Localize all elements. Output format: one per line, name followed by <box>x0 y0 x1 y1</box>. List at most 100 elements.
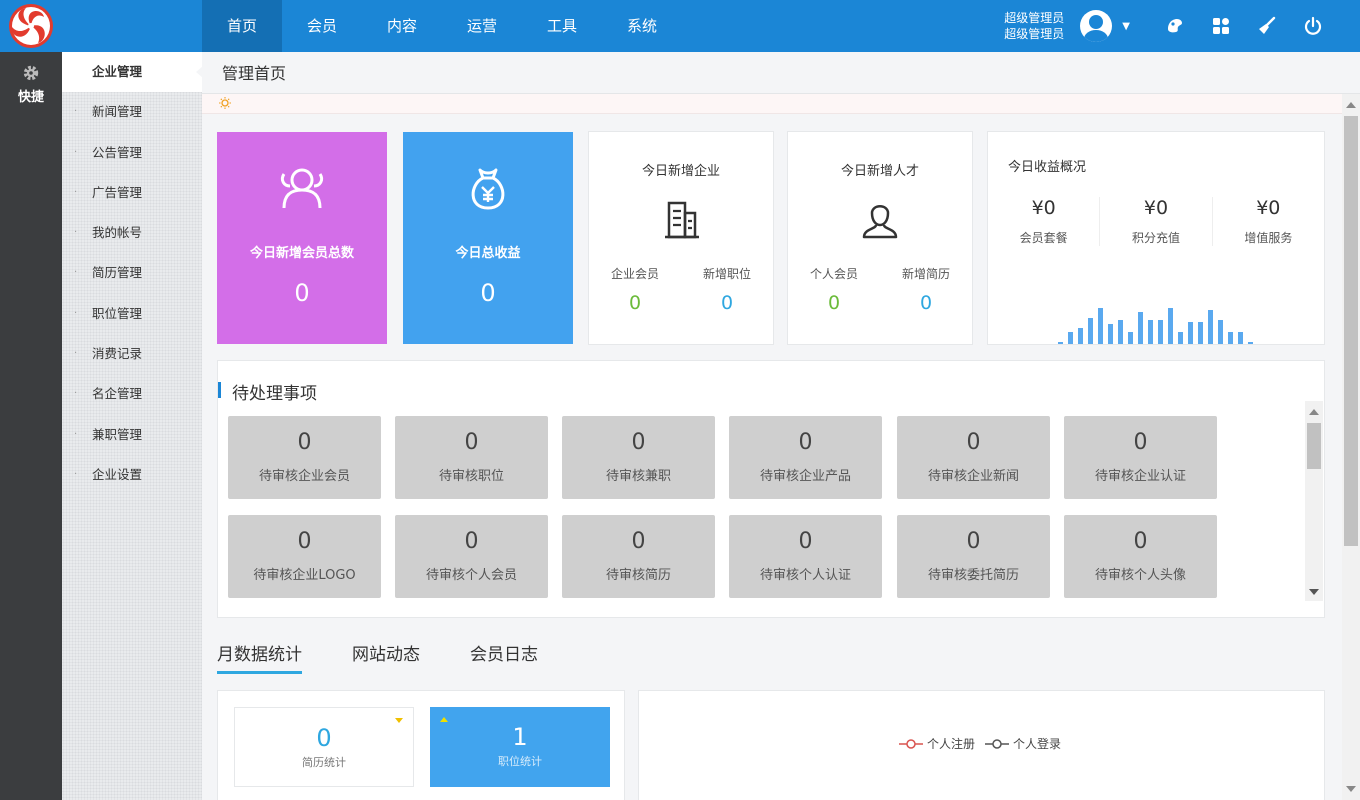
stat-income-total[interactable]: 今日总收益 0 <box>403 132 573 344</box>
building-icon <box>665 201 699 239</box>
left-rail: 快捷 <box>0 52 62 800</box>
submenu-ads[interactable]: · 广告管理 <box>62 173 202 213</box>
submenu-notice[interactable]: · 公告管理 <box>62 133 202 173</box>
pending-scroll-thumb[interactable] <box>1307 423 1321 469</box>
legend-item-register[interactable]: 个人注册 <box>899 735 975 752</box>
pending-panel: 待处理事项 0 待审核企业会员 0 待审核职位 0 待审核兼职 0 待审核企业产品 0待… <box>217 360 1325 618</box>
nav-operations[interactable]: 运营 <box>442 0 522 52</box>
pending-item[interactable]: 0 待审核职位 <box>395 416 548 499</box>
mini-resume-stat[interactable]: 0 简历统计 <box>234 707 414 787</box>
user-names: 超级管理员 超级管理员 <box>1004 10 1064 42</box>
pending-item[interactable]: 0 待审核企业LOGO <box>228 515 381 598</box>
top-nav: 首页 会员 内容 运营 工具 系统 <box>202 0 682 52</box>
mini-job-stat[interactable]: 1 职位统计 <box>430 707 610 787</box>
gear-icon <box>23 65 39 81</box>
caret-down-icon <box>395 718 403 723</box>
apps-grid-icon[interactable] <box>1198 0 1244 52</box>
tab-member-log[interactable]: 会员日志 <box>470 640 538 674</box>
user-avatar[interactable] <box>1080 10 1113 42</box>
legend-item-login[interactable]: 个人登录 <box>985 735 1061 752</box>
top-bar: 首页 会员 内容 运营 工具 系统 超级管理员 超级管理员 ▼ <box>0 0 1360 52</box>
skin-icon[interactable] <box>1152 0 1198 52</box>
submenu-resume[interactable]: · 简历管理 <box>62 253 202 293</box>
scroll-thumb[interactable] <box>1344 116 1358 546</box>
income-col-value-added: ¥0 增值服务 <box>1244 197 1293 245</box>
personal-members-value: 0 <box>827 292 841 314</box>
app-logo[interactable] <box>0 0 62 52</box>
pending-scrollbar[interactable] <box>1305 401 1323 601</box>
new-jobs-value: 0 <box>720 292 734 314</box>
user-group-icon <box>280 168 324 209</box>
clear-cache-broom-icon[interactable] <box>1244 0 1290 52</box>
pending-title: 待处理事项 <box>218 379 317 404</box>
income-columns: ¥0 会员套餐 ¥0 积分充值 ¥0 增值服务 <box>988 197 1324 246</box>
chart-legend: 个人注册 个人登录 <box>899 735 1071 752</box>
pending-item[interactable]: 0 待审核委托简历 <box>897 515 1050 598</box>
nav-system[interactable]: 系统 <box>602 0 682 52</box>
pending-item[interactable]: 0 待审核个人头像 <box>1064 515 1217 598</box>
stats-tabs: 月数据统计 网站动态 会员日志 <box>217 640 588 674</box>
pending-item[interactable]: 0 待审核企业会员 <box>228 416 381 499</box>
submenu-company[interactable]: 企业管理 <box>62 52 203 93</box>
nav-tools[interactable]: 工具 <box>522 0 602 52</box>
decorative-bar-graphic <box>1058 308 1253 344</box>
pending-item[interactable]: 0 待审核兼职 <box>562 416 715 499</box>
stat-new-companies-row: 企业会员 0 新增职位 0 <box>589 265 773 314</box>
company-members-value: 0 <box>628 292 642 314</box>
page-title: 管理首页 <box>202 52 1360 94</box>
power-icon[interactable] <box>1290 0 1336 52</box>
lightbulb-icon <box>219 97 231 109</box>
mini-stats-panel: 0 简历统计 1 职位统计 <box>217 690 625 800</box>
new-jobs-label: 新增职位 <box>702 267 751 281</box>
pending-item[interactable]: 0 待审核企业产品 <box>729 416 882 499</box>
stat-new-companies: 今日新增企业 企业会员 0 新增职位 0 <box>588 131 774 345</box>
tip-bar <box>202 94 1342 114</box>
submenu-company-settings[interactable]: · 企业设置 <box>62 455 202 495</box>
stat-new-members[interactable]: 今日新增会员总数 0 <box>217 132 387 344</box>
pending-scroll-up-arrow[interactable] <box>1309 409 1319 415</box>
stat-income-total-value: 0 <box>480 279 496 307</box>
pending-scroll-down-arrow[interactable] <box>1309 589 1319 595</box>
nav-members[interactable]: 会员 <box>282 0 362 52</box>
stat-new-members-label: 今日新增会员总数 <box>249 246 354 261</box>
main-content: 管理首页 今日新增会员总数 0 今日总收益 0 今日新增企业 企业会员 0 新增… <box>202 52 1360 800</box>
person-icon <box>862 205 898 239</box>
pending-item[interactable]: 0 待审核企业认证 <box>1064 416 1217 499</box>
chart-panel: 个人注册 个人登录 <box>638 690 1325 800</box>
top-right-tools: 超级管理员 超级管理员 ▼ <box>1004 0 1360 52</box>
pending-item[interactable]: 0 待审核个人会员 <box>395 515 548 598</box>
stat-new-talents: 今日新增人才 个人会员 0 新增简历 0 <box>787 131 973 345</box>
mini-job-value: 1 <box>512 723 528 751</box>
pending-item[interactable]: 0 待审核简历 <box>562 515 715 598</box>
stat-new-talents-row: 个人会员 0 新增简历 0 <box>788 265 972 314</box>
legend-line-red-icon <box>899 738 923 749</box>
tab-site-activity[interactable]: 网站动态 <box>352 640 420 674</box>
user-name: 超级管理员 <box>1004 11 1065 25</box>
submenu-consumption[interactable]: · 消费记录 <box>62 334 202 374</box>
new-resumes-label: 新增简历 <box>901 267 950 281</box>
money-bag-icon <box>471 168 505 210</box>
new-resumes-value: 0 <box>919 292 933 314</box>
submenu-parttime[interactable]: · 兼职管理 <box>62 415 202 455</box>
rail-shortcut[interactable]: 快捷 <box>0 52 62 105</box>
pending-item[interactable]: 0 待审核个人认证 <box>729 515 882 598</box>
submenu-account[interactable]: · 我的帐号 <box>62 213 202 253</box>
submenu-news[interactable]: · 新闻管理 <box>62 92 202 132</box>
user-role: 超级管理员 <box>1004 27 1065 41</box>
company-members-label: 企业会员 <box>610 267 659 281</box>
stat-income-total-label: 今日总收益 <box>455 246 521 261</box>
legend-line-dark-icon <box>985 738 1010 749</box>
scroll-down-arrow[interactable] <box>1346 786 1356 792</box>
nav-home[interactable]: 首页 <box>202 0 282 52</box>
income-col-membership: ¥0 会员套餐 <box>988 197 1101 246</box>
sub-menu: 企业管理 · 新闻管理 · 公告管理 · 广告管理 · 我的帐号 · 简历管理 · 职位管理… <box>62 52 203 800</box>
tab-monthly-stats[interactable]: 月数据统计 <box>217 640 302 674</box>
submenu-jobs[interactable]: · 职位管理 <box>62 294 202 334</box>
nav-content[interactable]: 内容 <box>362 0 442 52</box>
submenu-famous-companies[interactable]: · 名企管理 <box>62 374 202 414</box>
income-overview: 今日收益概况 ¥0 会员套餐 ¥0 积分充值 ¥0 增值服务 <box>987 131 1325 345</box>
scroll-up-arrow[interactable] <box>1346 102 1356 108</box>
chevron-down-icon[interactable]: ▼ <box>1122 21 1130 32</box>
main-scrollbar[interactable] <box>1342 94 1360 800</box>
pending-item[interactable]: 0 待审核企业新闻 <box>897 416 1050 499</box>
